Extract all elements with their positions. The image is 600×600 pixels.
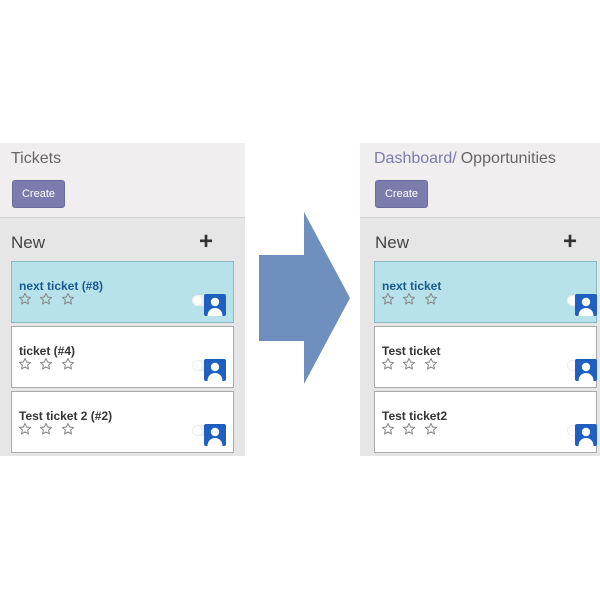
user-avatar-icon	[575, 294, 597, 316]
priority-stars[interactable]	[381, 422, 441, 441]
star-outline-icon[interactable]	[424, 422, 438, 436]
star-outline-icon[interactable]	[402, 422, 416, 436]
card-title: Test ticket2	[382, 409, 448, 423]
control-panel: Dashboard/Opportunities Create	[360, 143, 600, 218]
create-button[interactable]: Create	[375, 180, 428, 208]
star-outline-icon[interactable]	[381, 357, 395, 371]
star-outline-icon[interactable]	[402, 292, 416, 306]
breadcrumb: Dashboard/Opportunities	[374, 150, 556, 168]
plus-icon[interactable]: +	[563, 230, 577, 254]
column-header: New +	[360, 218, 600, 261]
opportunities-panel: Dashboard/Opportunities Create New + nex…	[360, 143, 600, 456]
kanban-card[interactable]: Test ticket2	[374, 391, 597, 453]
user-avatar-icon	[575, 424, 597, 446]
priority-stars[interactable]	[381, 292, 441, 311]
star-outline-icon[interactable]	[424, 292, 438, 306]
kanban-column-new: New + next ticket Test ticket Test ticke…	[360, 218, 600, 456]
star-outline-icon[interactable]	[424, 357, 438, 371]
card-title: next ticket	[382, 279, 442, 293]
star-outline-icon[interactable]	[381, 422, 395, 436]
kanban-card[interactable]: Test ticket	[374, 326, 597, 388]
card-title: Test ticket	[382, 344, 441, 358]
star-outline-icon[interactable]	[381, 292, 395, 306]
priority-stars[interactable]	[381, 357, 441, 376]
kanban-card[interactable]: next ticket	[374, 261, 597, 323]
column-title: New	[375, 233, 410, 252]
breadcrumb-link-dashboard[interactable]: Dashboard	[374, 150, 452, 167]
breadcrumb-separator: /	[452, 150, 457, 167]
user-avatar-icon	[575, 359, 597, 381]
breadcrumb-current: Opportunities	[460, 150, 556, 167]
star-outline-icon[interactable]	[402, 357, 416, 371]
